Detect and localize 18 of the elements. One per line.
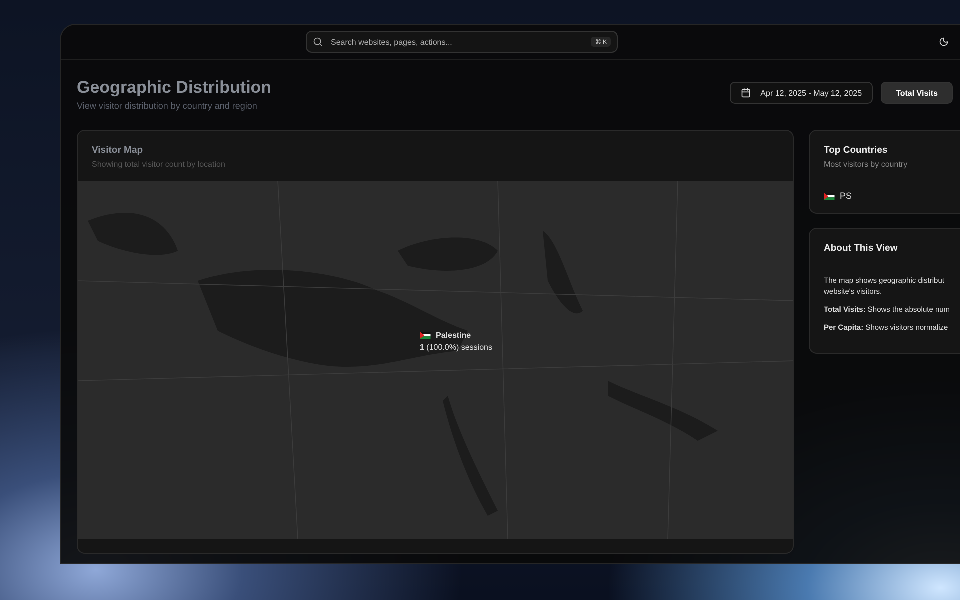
card-subtitle: Showing total visitor count by location xyxy=(92,160,226,169)
page-subtitle: View visitor distribution by country and region xyxy=(77,101,258,111)
card-title: About This View xyxy=(824,243,899,254)
calendar-icon xyxy=(740,88,751,98)
date-range-button[interactable]: Apr 12, 2025 - May 12, 2025 xyxy=(730,82,874,104)
search-icon xyxy=(313,37,323,47)
flag-icon xyxy=(824,192,835,200)
country-name: Palestine xyxy=(436,331,472,340)
moon-icon[interactable] xyxy=(939,37,949,47)
card-subtitle: Most visitors by country xyxy=(824,160,909,169)
card-title: Visitor Map xyxy=(92,145,144,156)
sessions-text: 1 (100.0%) sessions xyxy=(420,343,492,352)
flag-icon xyxy=(420,332,431,339)
view-tab[interactable]: Total Visits xyxy=(881,82,953,104)
search-placeholder: Search websites, pages, actions... xyxy=(331,38,452,46)
country-code: PS xyxy=(840,191,852,201)
page-title: Geographic Distribution xyxy=(77,78,272,98)
card-title: Top Countries xyxy=(824,145,889,156)
